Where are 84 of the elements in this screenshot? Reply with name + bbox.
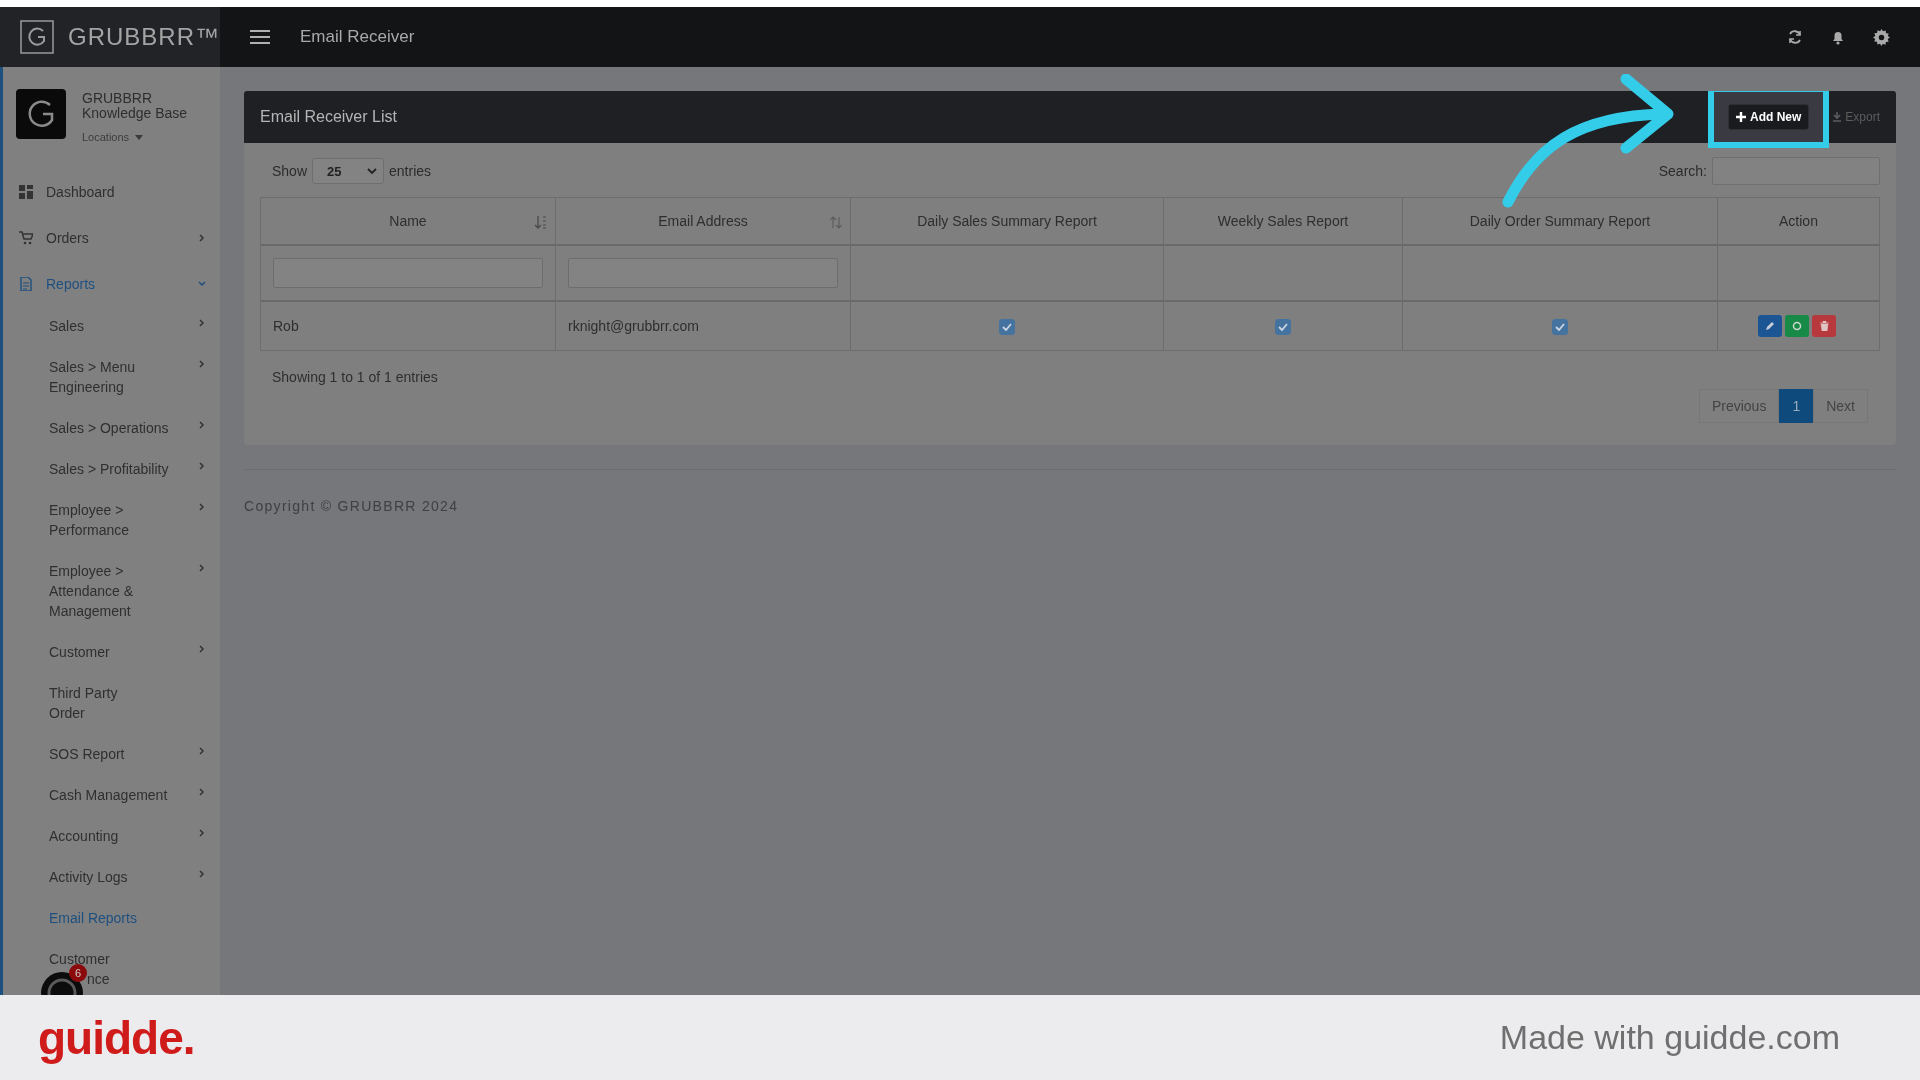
page-button[interactable]: Next (1813, 389, 1868, 423)
submenu-item[interactable]: Sales > Operations (49, 409, 206, 450)
checkmark-icon (1555, 322, 1565, 331)
sort-icon (830, 216, 842, 229)
menu-icon (250, 29, 270, 45)
submenu-item[interactable]: Cash Management (49, 776, 206, 817)
submenu-item[interactable]: Customer (49, 633, 206, 674)
notification-badge: 6 (69, 964, 87, 982)
chevron-icon (198, 421, 206, 429)
circle-icon (1792, 321, 1802, 331)
submenu-item[interactable]: SOS Report (49, 735, 206, 776)
dashboard-icon (19, 185, 33, 199)
table-cell: rknight@grubbrr.com (555, 301, 851, 351)
export-button[interactable]: Export (1833, 110, 1880, 124)
column-header[interactable]: Name (260, 197, 556, 245)
submenu-item[interactable]: Accounting (49, 817, 206, 858)
chevron-icon (198, 234, 206, 242)
panel-title: Email Receiver List (260, 108, 397, 126)
chevron-icon (198, 503, 206, 511)
cart-icon (19, 231, 33, 245)
table-cell: Rob (260, 301, 556, 351)
plus-icon (1735, 112, 1746, 122)
submenu-item[interactable]: Sales (49, 307, 206, 348)
sort-icon (535, 216, 547, 229)
document-icon (19, 277, 33, 291)
page-title: Email Receiver (300, 27, 415, 47)
chevron-icon (198, 280, 206, 288)
chevron-icon (198, 360, 206, 368)
chevron-icon (198, 645, 206, 653)
show-label: Show (272, 163, 308, 179)
sidebar-item[interactable]: Dashboard (3, 169, 220, 215)
toggle-button[interactable] (1785, 315, 1809, 337)
checkbox[interactable] (999, 318, 1015, 335)
logo-icon (20, 20, 54, 54)
column-header[interactable]: Email Address (555, 197, 851, 245)
locations-dropdown[interactable]: Locations (82, 131, 220, 143)
copyright-text: Copyright © GRUBBRR 2024 (244, 497, 460, 514)
bell-icon (1830, 29, 1846, 45)
logo-icon (16, 89, 66, 139)
chevron-icon (198, 870, 206, 878)
submenu-item[interactable]: Employee > Attendance & Management (49, 552, 206, 633)
page-button[interactable]: 1 (1779, 389, 1814, 423)
chevron-icon (198, 462, 206, 470)
edit-button[interactable] (1758, 315, 1782, 337)
entries-info: Showing 1 to 1 of 1 entries (271, 368, 439, 385)
entries-label: entries (389, 163, 432, 179)
add-button[interactable]: Add New (1727, 104, 1810, 130)
chevron-icon (198, 564, 206, 572)
submenu-item[interactable]: Sales > Menu Engineering (49, 348, 206, 409)
profile-name: GRUBBRR Knowledge Base (82, 89, 189, 121)
column-header[interactable]: Daily Order Summary Report (1402, 197, 1718, 245)
checkmark-icon (1278, 322, 1288, 331)
column-header[interactable]: Action (1717, 197, 1880, 245)
chevron-icon (198, 319, 206, 327)
chevron-icon (198, 788, 206, 796)
sidebar-item[interactable]: Reports (3, 261, 220, 307)
entries-select[interactable]: 25 (312, 158, 385, 184)
sidebar-item[interactable]: Orders (3, 215, 220, 261)
chevron-icon (198, 747, 206, 755)
caret-icon (135, 134, 144, 140)
brand-logo: guidde. (38, 1010, 195, 1065)
chevron-icon (367, 167, 378, 175)
checkmark-icon (1002, 322, 1012, 331)
column-header[interactable]: Daily Sales Summary Report (850, 197, 1164, 245)
search-label: Search: (1658, 163, 1707, 179)
checkbox[interactable] (1275, 318, 1291, 335)
submenu-item[interactable]: Activity Logs (49, 858, 206, 899)
checkbox[interactable] (1552, 318, 1568, 335)
delete-button[interactable] (1812, 315, 1836, 337)
submenu-item[interactable]: Sales > Profitability (49, 450, 206, 491)
footer-caption: Made with guidde.com (1499, 1018, 1840, 1057)
submenu-item[interactable]: Employee > Performance (49, 491, 206, 552)
submenu-item-text: nce (87, 970, 110, 989)
chevron-icon (198, 829, 206, 837)
submenu-item[interactable]: Email Reports (49, 899, 206, 940)
column-header[interactable]: Weekly Sales Report (1163, 197, 1403, 245)
refresh-icon (1787, 29, 1803, 45)
brand-name: GRUBBRR™ (68, 23, 220, 51)
settings-icon (1873, 28, 1890, 46)
trash-icon (1819, 321, 1829, 331)
page-button[interactable]: Previous (1698, 389, 1780, 423)
download-icon (1833, 112, 1842, 122)
pencil-icon (1765, 321, 1775, 331)
submenu-item[interactable]: Third Party Order (49, 674, 206, 735)
